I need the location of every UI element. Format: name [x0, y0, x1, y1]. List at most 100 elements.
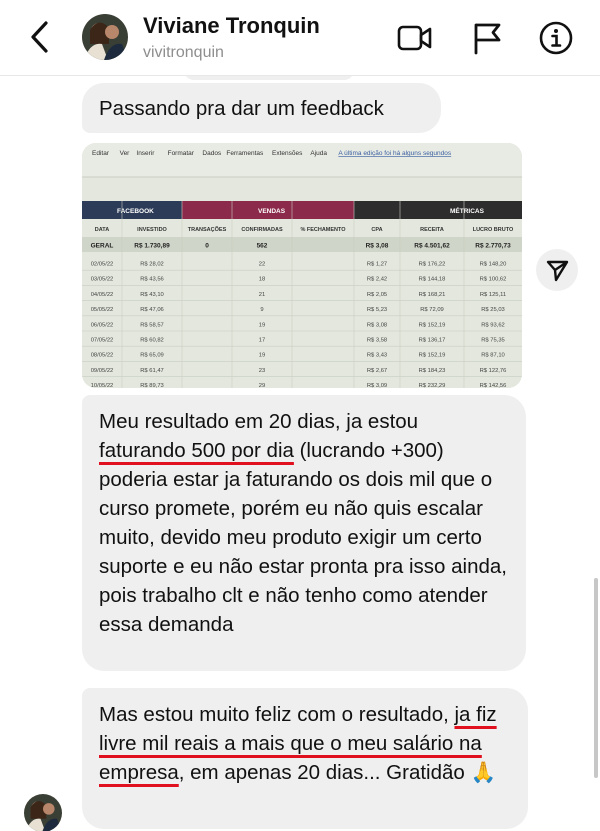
column-header: INVESTIDO: [137, 227, 167, 233]
table-cell: R$ 25,03: [481, 307, 505, 313]
table-cell: 09/05/22: [91, 368, 114, 374]
column-header: DATA: [95, 227, 109, 233]
table-cell: R$ 184,23: [419, 368, 446, 374]
table-cell: R$ 125,11: [480, 292, 506, 298]
table-cell: R$ 152,19: [419, 322, 446, 328]
table-cell: R$ 61,47: [140, 368, 164, 374]
message-text: , em apenas 20 dias... Gratidão 🙏: [178, 761, 497, 784]
table-cell: R$ 2,42: [367, 277, 387, 283]
message-bubble[interactable]: Passando pra dar um feedback: [82, 83, 441, 133]
spreadsheet-photo: Editar Ver Inserir Formatar Dados Ferramentas…: [82, 143, 522, 388]
table-cell: R$ 72,09: [420, 307, 444, 313]
message-thread[interactable]: Passando pra dar um feedback Editar Ver In…: [0, 76, 600, 831]
message-bubble[interactable]: Mas estou muito feliz com o resultado, j…: [82, 688, 528, 829]
group-vendas-label: VENDAS: [258, 208, 286, 215]
underlined-highlight: faturando 500 por dia: [99, 439, 294, 462]
previous-message-bubble: [184, 76, 354, 80]
table-cell: R$ 176,22: [419, 262, 446, 268]
table-cell: 03/05/22: [91, 277, 114, 283]
table-cell: 02/05/22: [91, 262, 114, 268]
sheet-toolbar: [82, 143, 522, 177]
table-cell: R$ 144,18: [419, 277, 446, 283]
table-cell: R$ 89,73: [140, 383, 164, 388]
column-header: TRANSAÇÕES: [188, 226, 227, 233]
table-cell: R$ 43,10: [140, 292, 164, 298]
table-cell: R$ 122,76: [480, 368, 507, 374]
video-call-icon: [397, 25, 432, 51]
total-cell: R$ 1.730,89: [134, 243, 170, 250]
table-cell: 29: [259, 383, 265, 388]
table-cell: 05/05/22: [91, 307, 114, 313]
image-attachment[interactable]: Editar Ver Inserir Formatar Dados Ferramentas…: [82, 143, 522, 388]
table-cell: R$ 1,27: [367, 262, 387, 268]
flag-icon: [474, 23, 501, 55]
sheet-menu-item: Ver: [120, 150, 131, 157]
report-button[interactable]: [470, 20, 506, 56]
sheet-menu-item: Dados: [202, 150, 222, 157]
table-cell: R$ 3,58: [367, 338, 387, 344]
total-cell: 0: [205, 243, 209, 250]
sheet-menu-item: Ferramentas: [226, 150, 264, 157]
sheet-menu-item: Inserir: [136, 150, 155, 157]
message-bubble[interactable]: Meu resultado em 20 dias, ja estou fatur…: [82, 395, 526, 671]
total-cell: 562: [257, 243, 268, 250]
group-metricas-bar: [354, 201, 522, 219]
sheet-menu-item: Ajuda: [310, 150, 327, 157]
column-header: % FECHAMENTO: [300, 227, 346, 233]
contact-name[interactable]: Viviane Tronquin: [143, 13, 320, 39]
profile-photo: [82, 14, 128, 60]
table-cell: 23: [259, 368, 265, 374]
total-cell: GERAL: [91, 243, 114, 250]
table-cell: R$ 168,21: [419, 292, 446, 298]
table-cell: R$ 47,06: [140, 307, 164, 313]
table-cell: R$ 93,62: [481, 322, 505, 328]
info-button[interactable]: [538, 20, 574, 56]
total-cell: R$ 3,08: [366, 243, 389, 250]
table-cell: 07/05/22: [91, 338, 114, 344]
sheet-menu-item: Editar: [92, 150, 110, 157]
group-facebook-label: FACEBOOK: [117, 208, 154, 215]
message-text: (lucrando +300) poderia estar ja faturan…: [99, 439, 507, 636]
info-icon: [539, 21, 573, 55]
video-call-button[interactable]: [396, 20, 432, 56]
table-cell: 22: [259, 262, 265, 268]
column-header: CONFIRMADAS: [241, 227, 283, 233]
sheet-last-edit: A última edição foi há alguns segundos: [338, 150, 451, 157]
share-button[interactable]: [536, 249, 578, 291]
total-cell: R$ 4.501,62: [414, 243, 450, 250]
send-icon: [546, 260, 569, 282]
scrollbar[interactable]: [594, 578, 598, 778]
table-cell: 06/05/22: [91, 322, 114, 328]
message-text: Passando pra dar um feedback: [99, 97, 384, 120]
table-cell: R$ 58,57: [140, 322, 164, 328]
table-cell: R$ 136,17: [419, 338, 446, 344]
table-cell: R$ 5,23: [367, 307, 387, 313]
table-cell: 10/05/22: [91, 383, 114, 388]
table-cell: R$ 152,19: [419, 353, 446, 359]
back-button[interactable]: [26, 18, 56, 56]
table-cell: R$ 3,09: [367, 383, 387, 388]
table-cell: R$ 2,67: [367, 368, 387, 374]
table-cell: R$ 60,82: [140, 338, 164, 344]
table-cell: R$ 87,10: [481, 353, 505, 359]
message-text: Mas estou muito feliz com o resultado,: [99, 703, 455, 726]
table-cell: 18: [259, 277, 265, 283]
table-cell: R$ 43,56: [140, 277, 164, 283]
contact-username: vivitronquin: [143, 44, 224, 61]
sender-avatar[interactable]: [24, 794, 62, 831]
table-cell: 17: [259, 338, 265, 344]
avatar[interactable]: [82, 14, 128, 60]
table-cell: R$ 148,20: [480, 262, 507, 268]
sheet-menu-item: Extensões: [272, 150, 303, 157]
table-cell: 04/05/22: [91, 292, 114, 298]
table-cell: R$ 232,29: [419, 383, 446, 388]
table-cell: R$ 3,08: [367, 322, 387, 328]
column-header: CPA: [371, 227, 382, 233]
group-metricas-label: MÉTRICAS: [450, 206, 485, 215]
table-cell: 08/05/22: [91, 353, 114, 359]
table-cell: 9: [260, 307, 263, 313]
table-cell: R$ 3,43: [367, 353, 387, 359]
message-text: Meu resultado em 20 dias, ja estou: [99, 410, 419, 433]
table-cell: R$ 2,05: [367, 292, 387, 298]
table-cell: R$ 65,09: [140, 353, 164, 359]
